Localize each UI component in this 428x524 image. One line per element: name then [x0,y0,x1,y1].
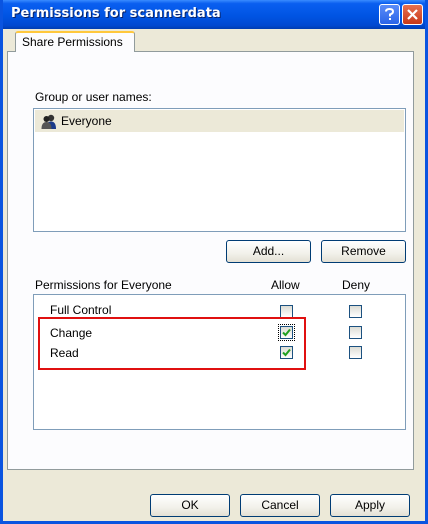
change-deny-checkbox[interactable] [349,326,362,339]
cancel-button[interactable]: Cancel [240,494,320,517]
highlight-annotation [38,317,306,370]
user-list[interactable]: Everyone [33,108,406,232]
help-button[interactable] [379,4,400,25]
user-label: Everyone [61,114,112,128]
ok-button[interactable]: OK [150,494,230,517]
close-icon [407,9,418,20]
apply-button[interactable]: Apply [330,494,410,517]
permission-name-full-control: Full Control [50,303,112,317]
permissions-header: Permissions for Everyone [35,278,172,292]
user-group-icon [41,114,56,129]
allow-column-header: Allow [271,278,300,292]
window-title: Permissions for scannerdata [11,6,221,21]
tab-share-permissions[interactable]: Share Permissions [15,31,135,52]
title-bar[interactable]: Permissions for scannerdata [3,0,425,29]
list-item-everyone[interactable]: Everyone [35,110,404,132]
remove-button[interactable]: Remove [321,240,406,263]
add-button[interactable]: Add... [226,240,311,263]
help-icon [385,8,395,20]
close-button[interactable] [402,4,423,25]
deny-column-header: Deny [342,278,371,292]
read-deny-checkbox[interactable] [349,346,362,359]
group-label: Group or user names: [35,90,152,104]
full-control-deny-checkbox[interactable] [349,305,362,318]
